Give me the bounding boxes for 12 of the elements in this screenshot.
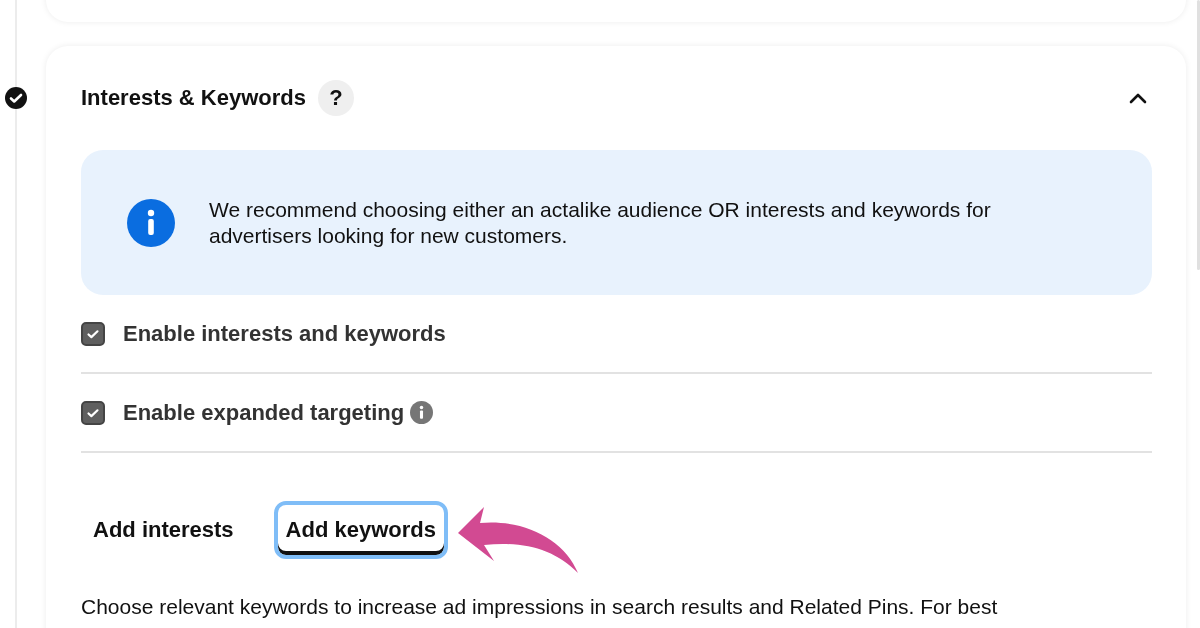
- info-icon[interactable]: [410, 401, 434, 424]
- tab[interactable]: Add keywords: [273, 501, 448, 559]
- info-icon: [127, 198, 175, 247]
- checkbox[interactable]: [81, 321, 105, 346]
- help-button[interactable]: ?: [317, 80, 354, 116]
- checkbox-label: Enable expanded targeting: [123, 399, 405, 426]
- checkbox-label: Enable interests and keywords: [123, 320, 446, 347]
- description-text: Choose relevant keywords to increase ad impressions in search results and Related Pins. For best: [81, 595, 999, 619]
- section-title: Interests & Keywords: [81, 85, 306, 111]
- checkbox[interactable]: [81, 400, 105, 425]
- info-text: We recommend choosing either an actalike audience OR interests and keywords for advertisers looking for new customers.: [209, 196, 992, 249]
- tab[interactable]: Add interests: [81, 501, 246, 559]
